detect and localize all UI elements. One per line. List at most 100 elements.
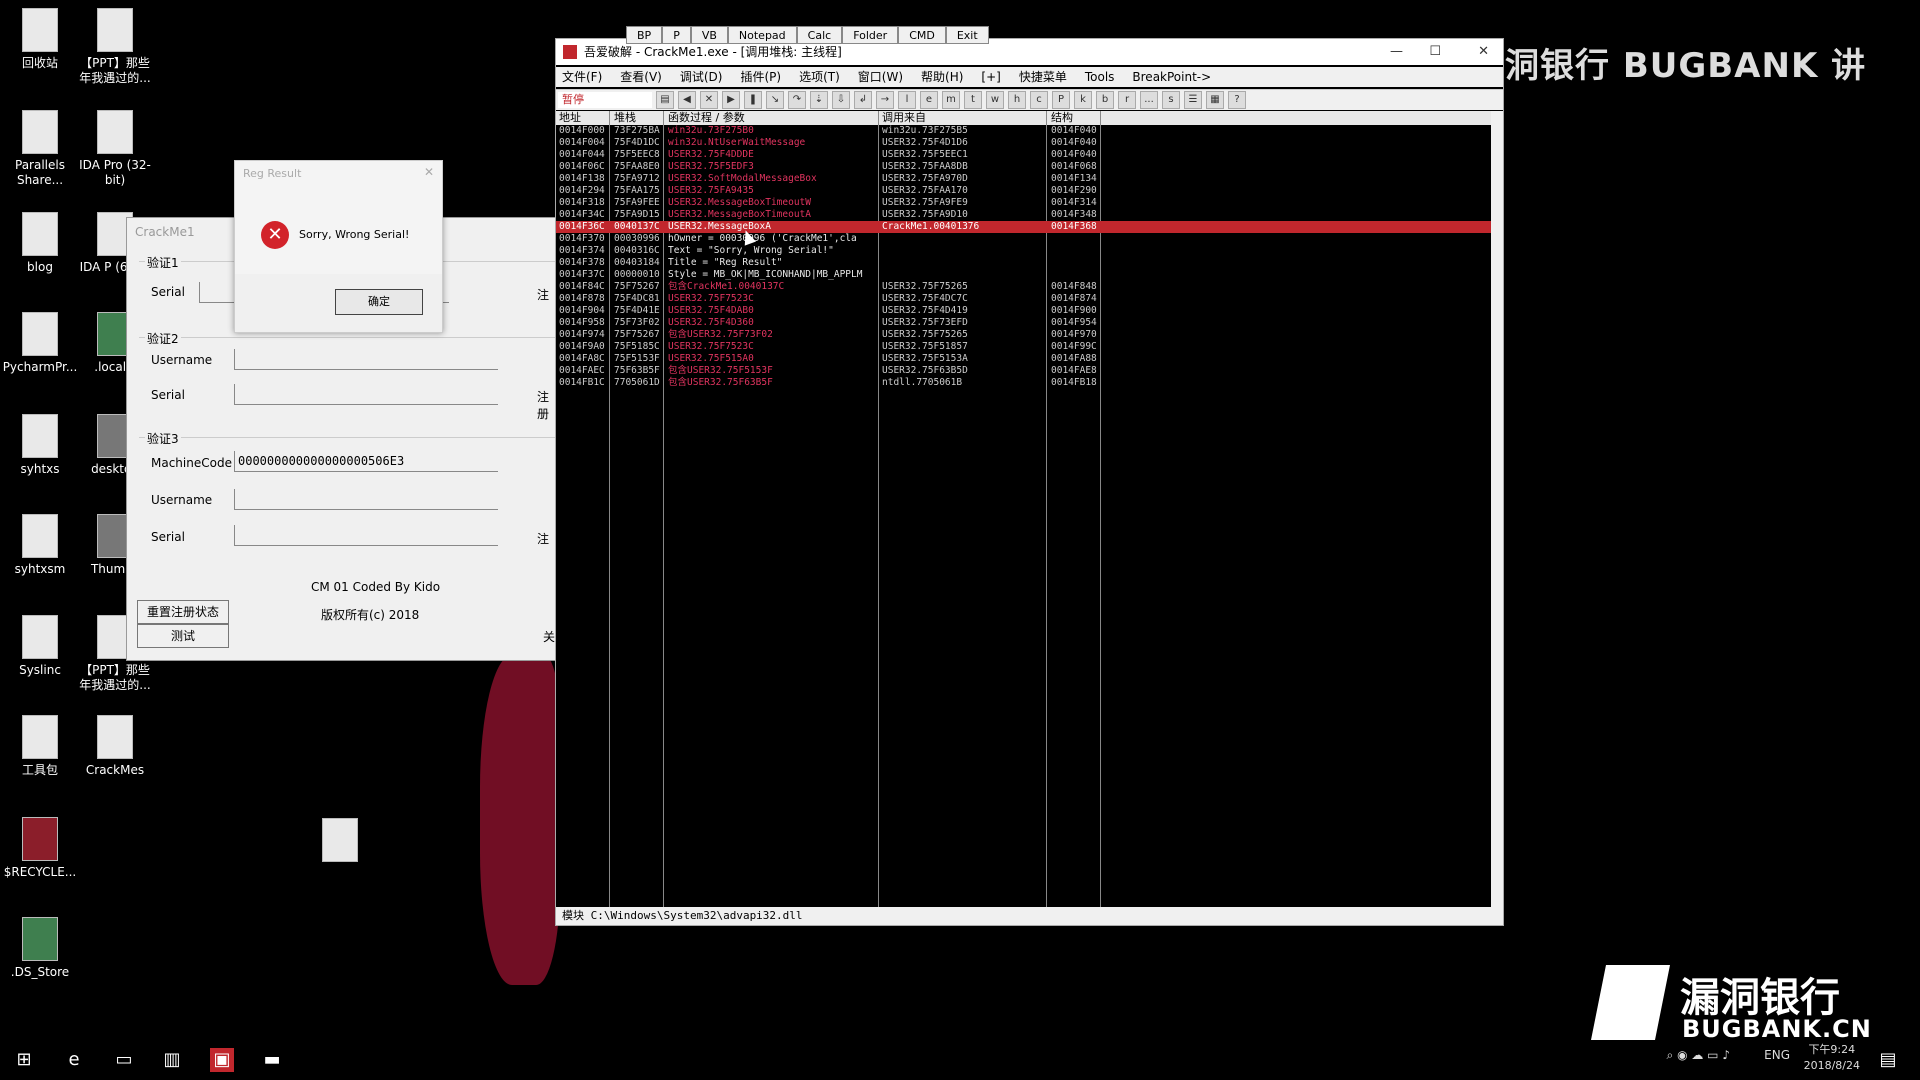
toolbar-s-button[interactable]: s — [1162, 91, 1180, 109]
table-row[interactable]: 0014F34C 75FA9D15 USER32.MessageBoxTimeout… — [556, 209, 1491, 221]
goto-icon[interactable]: → — [876, 91, 894, 109]
desktop-icon-syhtxsm[interactable]: syhtxsm — [0, 514, 80, 577]
app-icon[interactable]: ▥ — [160, 1048, 184, 1072]
close-button[interactable]: 关 — [543, 628, 555, 645]
desktop-icon-recycle-folder[interactable]: $RECYCLE... — [0, 817, 80, 880]
windows-start-icon[interactable]: ⊞ — [12, 1048, 36, 1072]
menu-plus[interactable]: [+] — [981, 67, 1000, 87]
quick-button-calc[interactable]: Calc — [796, 26, 843, 44]
table-row[interactable]: 0014F36C 0040137C USER32.MessageBoxA CrackM… — [556, 221, 1491, 233]
table-row[interactable]: 0014F9A0 75F5185C USER32.75F7523C USER32.75… — [556, 341, 1491, 353]
desktop-icon-unnamed[interactable] — [300, 818, 380, 866]
edge-icon[interactable]: e — [62, 1048, 86, 1072]
table-row[interactable]: 0014F370 00030996 hOwner = 00030996 ('Crac… — [556, 233, 1491, 245]
register-button-1[interactable]: 注 — [537, 286, 549, 303]
column-frame[interactable]: 结构 — [1051, 111, 1073, 125]
table-row[interactable]: 0014FB1C 7705061D 包含USER32.75F63B5F ntdll.7… — [556, 377, 1491, 389]
toolbar-t-button[interactable]: t — [964, 91, 982, 109]
desktop-icon-recycle-bin[interactable]: 回收站 — [0, 8, 80, 71]
close-icon[interactable]: ✕ — [1478, 39, 1489, 65]
reset-registration-button[interactable]: 重置注册状态 — [137, 600, 229, 624]
maximize-icon[interactable]: ☐ — [1429, 39, 1441, 65]
trace-into-icon[interactable]: ⇣ — [810, 91, 828, 109]
desktop-icon-ida32[interactable]: IDA Pro (32-bit) — [75, 110, 155, 188]
grid-icon[interactable]: ▦ — [1206, 91, 1224, 109]
help-icon[interactable]: ? — [1228, 91, 1246, 109]
desktop-icon-ds-store[interactable]: .DS_Store — [0, 917, 80, 980]
quick-button-bp[interactable]: BP — [626, 26, 663, 44]
debugger-taskbar-icon[interactable]: ▣ — [210, 1048, 234, 1072]
serial-input-3[interactable] — [234, 525, 498, 546]
ok-button[interactable]: 确定 — [335, 289, 423, 315]
table-row[interactable]: 0014F06C 75FAA8E0 USER32.75F5EDF3 USER32.75… — [556, 161, 1491, 173]
restart-icon[interactable]: ◀ — [678, 91, 696, 109]
table-row[interactable]: 0014F84C 75F75267 包含CrackMe1.0040137C USER3… — [556, 281, 1491, 293]
toolbar-p-button[interactable]: P — [1052, 91, 1070, 109]
notification-icon[interactable]: ▤ — [1876, 1048, 1900, 1072]
menu-view[interactable]: 查看(V) — [620, 67, 662, 87]
username-input-2[interactable] — [234, 349, 498, 370]
machine-code-input[interactable]: 000000000000000000506E3 — [234, 451, 498, 472]
table-row[interactable]: 0014F000 73F275BA win32u.73F275B0 win32u.73… — [556, 125, 1491, 137]
table-row[interactable]: 0014F378 00403184 Title = "Reg Result" — [556, 257, 1491, 269]
column-address[interactable]: 地址 — [559, 111, 581, 125]
toolbar-dots-button[interactable]: ... — [1140, 91, 1158, 109]
desktop-icon-syslinc[interactable]: Syslinc — [0, 615, 80, 678]
username-input-3[interactable] — [234, 489, 498, 510]
register-button-2[interactable]: 注册 — [537, 388, 557, 422]
toolbar-m-button[interactable]: m — [942, 91, 960, 109]
menu-debug[interactable]: 调试(D) — [680, 67, 723, 87]
menu-file[interactable]: 文件(F) — [562, 67, 602, 87]
desktop-icon-crackmes[interactable]: CrackMes — [75, 715, 155, 778]
table-row[interactable]: 0014F878 75F4DC81 USER32.75F7523C USER32.75… — [556, 293, 1491, 305]
table-row[interactable]: 0014F974 75F75267 包含USER32.75F73F02 USER32.… — [556, 329, 1491, 341]
desktop-icon-syhtxs[interactable]: syhtxs — [0, 414, 80, 477]
table-row[interactable]: 0014F904 75F4D41E USER32.75F4DAB0 USER32.75… — [556, 305, 1491, 317]
menu-window[interactable]: 窗口(W) — [858, 67, 903, 87]
table-row[interactable]: 0014FA8C 75F5153F USER32.75F515A0 USER32.75… — [556, 353, 1491, 365]
toolbar-w-button[interactable]: w — [986, 91, 1004, 109]
serial-input-2[interactable] — [234, 384, 498, 405]
register-button-3[interactable]: 注 — [537, 530, 549, 547]
pause-icon[interactable]: ❚ — [744, 91, 762, 109]
table-row[interactable]: 0014FAEC 75F63B5F 包含USER32.75F5153F USER32.… — [556, 365, 1491, 377]
window-icon[interactable]: ▬ — [260, 1048, 284, 1072]
toolbar-e-button[interactable]: e — [920, 91, 938, 109]
quick-button-folder[interactable]: Folder — [842, 26, 899, 44]
column-called-from[interactable]: 调用来自 — [882, 111, 926, 125]
test-button[interactable]: 测试 — [137, 624, 229, 648]
toolbar-k-button[interactable]: k — [1074, 91, 1092, 109]
table-row[interactable]: 0014F958 75F73F02 USER32.75F4D360 USER32.75… — [556, 317, 1491, 329]
menu-plugins[interactable]: 插件(P) — [740, 67, 781, 87]
toolbar-r-button[interactable]: r — [1118, 91, 1136, 109]
file-explorer-icon[interactable]: ▭ — [112, 1048, 136, 1072]
stop-icon[interactable]: ✕ — [700, 91, 718, 109]
desktop-icon-ppt[interactable]: 【PPT】那些年我遇过的... — [75, 8, 155, 86]
step-into-icon[interactable]: ↘ — [766, 91, 784, 109]
toolbar-h-button[interactable]: h — [1008, 91, 1026, 109]
table-row[interactable]: 0014F138 75FA9712 USER32.SoftModalMessageB… — [556, 173, 1491, 185]
quick-button-notepad[interactable]: Notepad — [727, 26, 797, 44]
menu-shortcuts[interactable]: 快捷菜单 — [1019, 67, 1067, 87]
vertical-scrollbar[interactable] — [1491, 111, 1503, 907]
menu-help[interactable]: 帮助(H) — [921, 67, 963, 87]
table-row[interactable]: 0014F294 75FAA175 USER32.75FA9435 USER32.75… — [556, 185, 1491, 197]
trace-over-icon[interactable]: ⇩ — [832, 91, 850, 109]
step-over-icon[interactable]: ↷ — [788, 91, 806, 109]
quick-button-exit[interactable]: Exit — [945, 26, 989, 44]
dialog-close-icon[interactable]: ✕ — [424, 165, 434, 179]
column-stack[interactable]: 堆栈 — [614, 111, 636, 125]
table-row[interactable]: 0014F37C 00000010 Style = MB_OK|MB_ICONHAN… — [556, 269, 1491, 281]
menu-breakpoint[interactable]: BreakPoint-> — [1132, 67, 1211, 87]
table-row[interactable]: 0014F374 0040316C Text = "Sorry, Wrong Ser… — [556, 245, 1491, 257]
desktop-icon-pycharm[interactable]: PycharmPr... — [0, 312, 80, 375]
desktop-icon-parallels[interactable]: Parallels Share... — [0, 110, 80, 188]
clock[interactable]: 下午9:24 2018/8/24 — [1804, 1042, 1860, 1074]
open-icon[interactable]: ▤ — [656, 91, 674, 109]
table-row[interactable]: 0014F318 75FA9FEE USER32.MessageBoxTimeout… — [556, 197, 1491, 209]
list-icon[interactable]: ☰ — [1184, 91, 1202, 109]
toolbar-c-button[interactable]: c — [1030, 91, 1048, 109]
quick-button-cmd[interactable]: CMD — [898, 26, 946, 44]
desktop-icon-blog[interactable]: blog — [0, 212, 80, 275]
tray-icons[interactable]: ⌕ ◉ ☁ ▭ ♪ — [1667, 1048, 1730, 1063]
